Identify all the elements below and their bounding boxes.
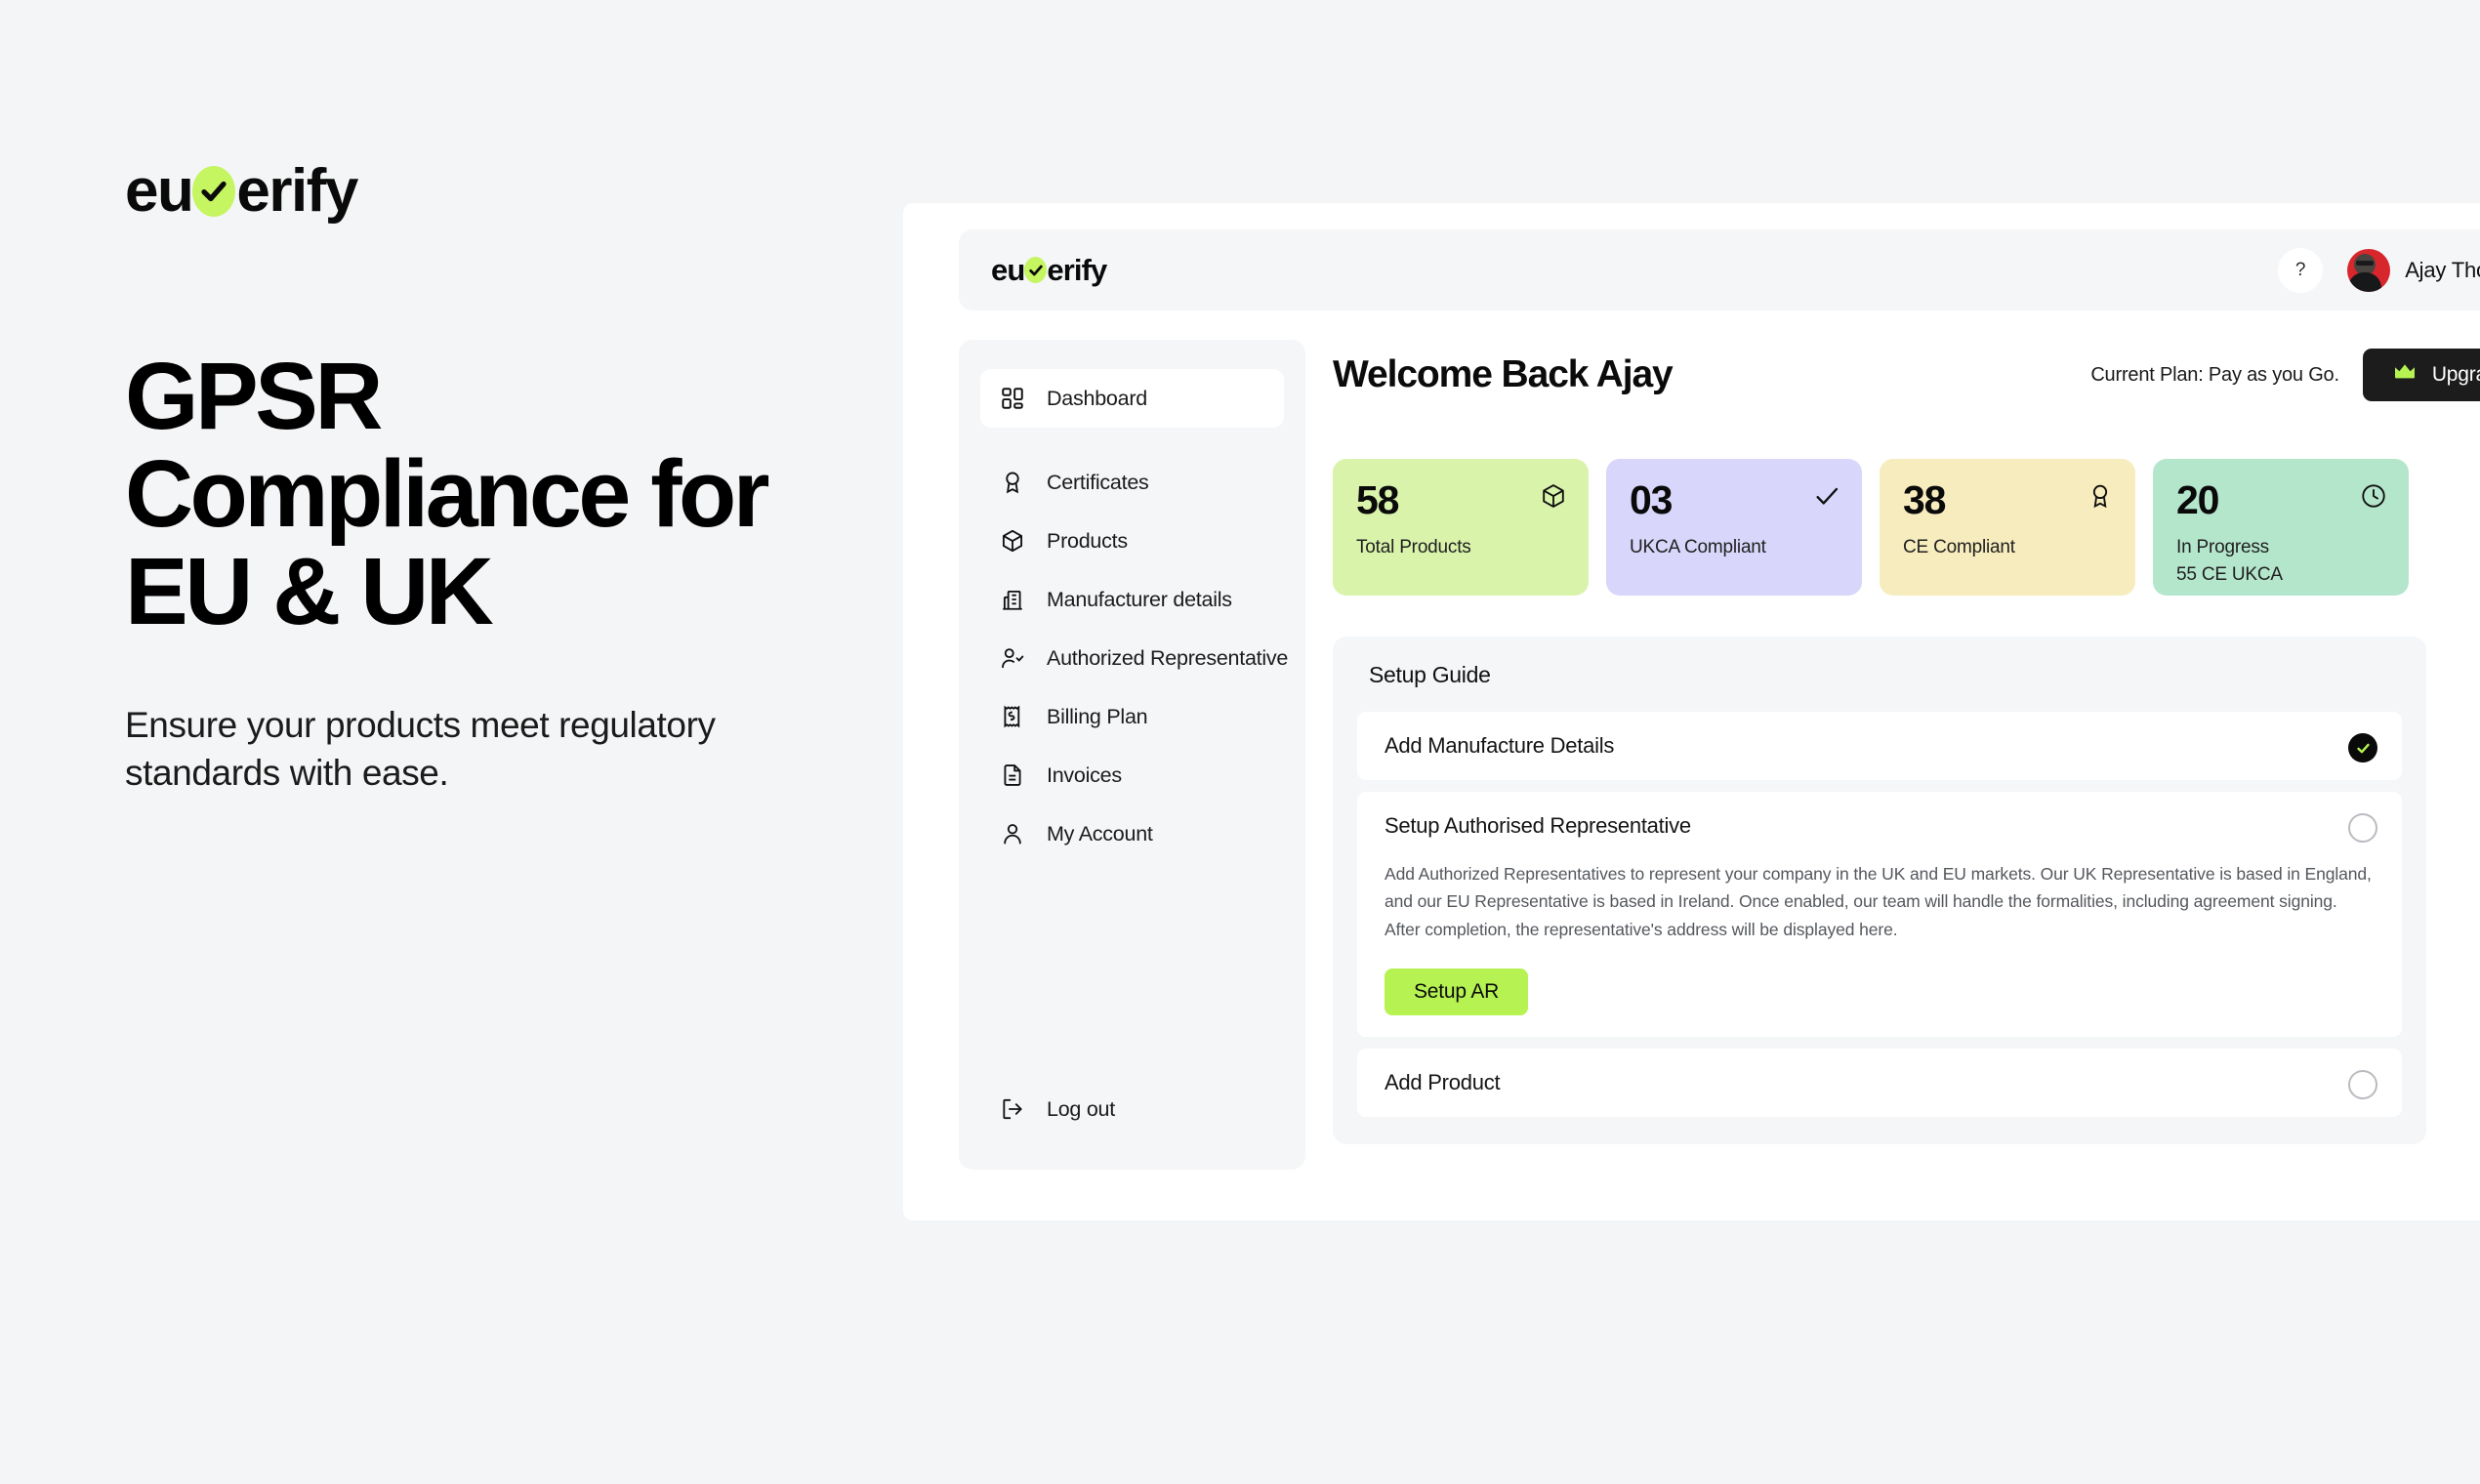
setup-step-add-manufacture-details[interactable]: Add Manufacture Details <box>1357 712 2402 780</box>
header-actions: ? Ajay Thomas <box>2278 247 2480 293</box>
upgrade-button[interactable]: Upgrade <box>2362 349 2480 401</box>
marketing-panel: eu erify GPSR Compliance for EU & UK Ens… <box>125 156 867 797</box>
brand-logo: eu erify <box>125 156 867 226</box>
sidebar-item-label: Invoices <box>1047 763 1122 787</box>
sidebar-item-label: Billing Plan <box>1047 704 1148 728</box>
status-badge-complete[interactable] <box>2348 733 2377 763</box>
sidebar-item-authorized-representative[interactable]: Authorized Representative <box>980 629 1288 687</box>
stat-label: CE Compliant <box>1903 537 2015 557</box>
sidebar-item-label: Certificates <box>1047 470 1149 494</box>
box-icon <box>1000 528 1025 554</box>
stat-label: In Progress <box>2176 537 2269 557</box>
sidebar-item-label: Manufacturer details <box>1047 587 1232 611</box>
main-content: Welcome Back Ajay Current Plan: Pay as y… <box>1333 340 2480 1220</box>
help-button[interactable]: ? <box>2278 247 2324 293</box>
sidebar-item-certificates[interactable]: Certificates <box>980 453 1284 512</box>
stat-value: 58 <box>1356 477 1399 522</box>
sidebar-item-manufacturer-details[interactable]: Manufacturer details <box>980 570 1284 629</box>
sidebar-item-invoices[interactable]: Invoices <box>980 746 1284 804</box>
receipt-dollar-icon <box>1000 704 1025 729</box>
user-check-icon <box>1000 645 1025 671</box>
upgrade-label: Upgrade <box>2431 363 2480 386</box>
stat-label: Total Products <box>1356 537 1471 557</box>
setup-guide-card: Setup Guide Add Manufacture Details Setu… <box>1333 637 2426 1145</box>
check-icon <box>1813 482 1840 510</box>
stats-row: 58 Total Products 03 UKCA Compliant 38 C… <box>1333 459 2480 596</box>
avatar-glasses <box>2356 260 2375 266</box>
grid-icon <box>1000 386 1025 411</box>
check-icon <box>192 165 236 217</box>
clock-icon <box>2360 482 2387 510</box>
app-brand-logo[interactable]: eu erify <box>991 252 1107 288</box>
sidebar: Dashboard Certificates Products Manufact… <box>959 340 1305 1170</box>
stat-value: 38 <box>1903 477 1946 522</box>
avatar <box>2347 248 2391 292</box>
award-icon <box>1000 470 1025 495</box>
sidebar-item-my-account[interactable]: My Account <box>980 804 1284 863</box>
sidebar-item-label: Authorized Representative <box>1047 645 1289 670</box>
avatar-body <box>2348 271 2382 292</box>
setup-step-title: Add Manufacture Details <box>1385 733 1615 758</box>
setup-guide-title: Setup Guide <box>1369 662 1491 687</box>
user-menu[interactable]: Ajay Thomas <box>2347 248 2480 292</box>
stat-sublabel: 55 CE UKCA <box>2176 563 2283 585</box>
setup-step-add-product[interactable]: Add Product <box>1357 1049 2402 1118</box>
stat-card-total-products: 58 Total Products <box>1333 459 1589 596</box>
sidebar-item-label: Products <box>1047 528 1128 553</box>
app-brand-part1: eu <box>991 252 1025 287</box>
logout-icon <box>1000 1096 1025 1122</box>
user-name: Ajay Thomas <box>2405 257 2480 282</box>
setup-step-title: Setup Authorised Representative <box>1385 813 1691 838</box>
sidebar-item-label: Dashboard <box>1047 386 1147 410</box>
page-root: eu erify GPSR Compliance for EU & UK Ens… <box>0 0 2480 1484</box>
factory-icon <box>1000 587 1025 612</box>
box-icon <box>1540 482 1567 510</box>
page-subtitle: Ensure your products meet regulatory sta… <box>125 704 716 793</box>
app-header: eu erify ? Ajay Thomas <box>959 229 2480 310</box>
page-title: GPSR Compliance for EU & UK <box>125 343 770 644</box>
current-plan-label: Current Plan: Pay as you Go. <box>2090 363 2339 386</box>
logout-label: Log out <box>1047 1096 1115 1121</box>
setup-step-title: Add Product <box>1385 1070 1501 1095</box>
stat-card-ukca-compliant: 03 UKCA Compliant <box>1606 459 1862 596</box>
app-window: eu erify ? Ajay Thomas <box>903 203 2480 1220</box>
user-icon <box>1000 821 1025 846</box>
stat-card-in-progress: 20 In Progress 55 CE UKCA <box>2153 459 2409 596</box>
stat-value: 03 <box>1630 477 1673 522</box>
sidebar-item-products[interactable]: Products <box>980 512 1284 570</box>
app-brand-part2: erify <box>1047 252 1107 287</box>
brand-name-part2: erify <box>236 157 358 225</box>
logout-button[interactable]: Log out <box>980 1080 1284 1138</box>
crown-icon <box>2392 362 2418 388</box>
welcome-title: Welcome Back Ajay <box>1333 353 1674 395</box>
award-icon <box>2087 482 2114 510</box>
setup-step-description: Add Authorized Representatives to repres… <box>1385 864 2372 939</box>
brand-name-part1: eu <box>125 157 194 225</box>
status-badge-incomplete[interactable] <box>2348 1070 2377 1100</box>
setup-step-setup-authorised-representative[interactable]: Setup Authorised Representative Add Auth… <box>1357 792 2402 1038</box>
file-text-icon <box>1000 763 1025 788</box>
status-badge-incomplete[interactable] <box>2348 813 2377 843</box>
stat-card-ce-compliant: 38 CE Compliant <box>1880 459 2135 596</box>
plan-group: Current Plan: Pay as you Go. Upgrade <box>2090 349 2480 401</box>
welcome-row: Welcome Back Ajay Current Plan: Pay as y… <box>1333 340 2480 410</box>
sidebar-item-dashboard[interactable]: Dashboard <box>980 369 1284 428</box>
sidebar-item-billing-plan[interactable]: Billing Plan <box>980 687 1284 746</box>
sidebar-item-label: My Account <box>1047 821 1153 845</box>
stat-label: UKCA Compliant <box>1630 537 1766 557</box>
stat-value: 20 <box>2176 477 2219 522</box>
sidebar-divider-space <box>980 428 1284 453</box>
check-icon <box>1024 257 1048 283</box>
setup-ar-button[interactable]: Setup AR <box>1385 969 1529 1016</box>
